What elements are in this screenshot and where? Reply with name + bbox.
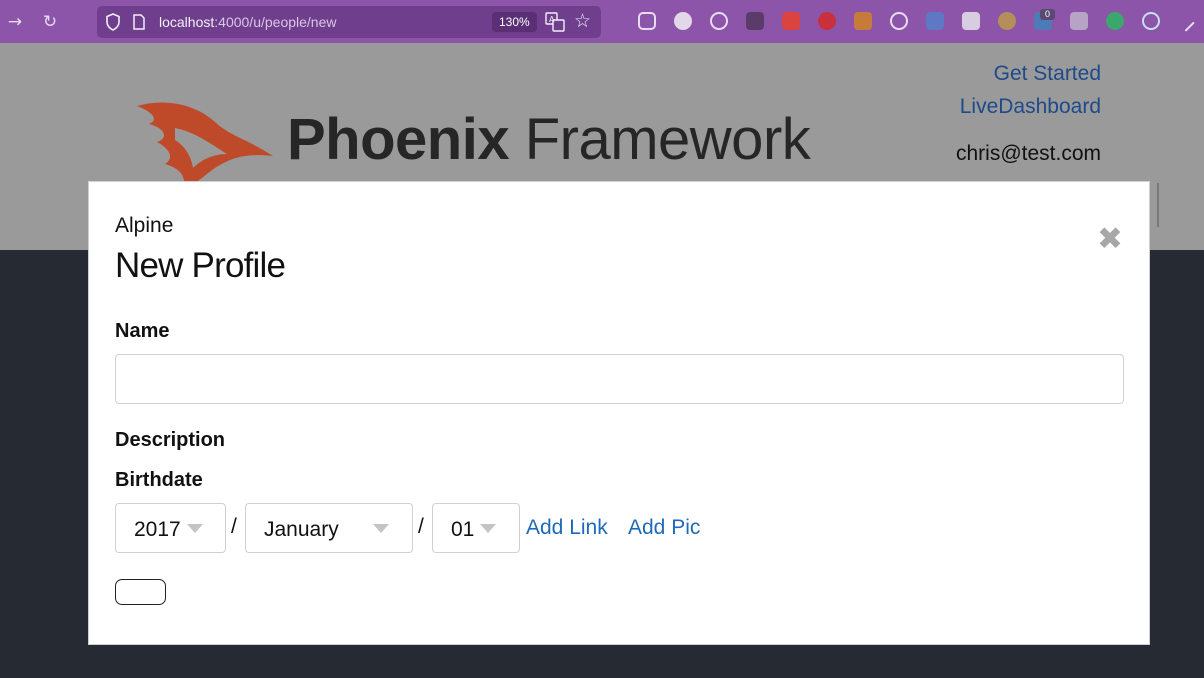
- star-icon[interactable]: ☆: [574, 10, 591, 32]
- logo-wordmark: Phoenix Framework: [287, 106, 811, 173]
- chevron-down-icon: [187, 524, 203, 533]
- extension-m-icon[interactable]: [746, 12, 764, 30]
- nav-live-dashboard[interactable]: LiveDashboard: [960, 95, 1101, 119]
- extension-tool-icon[interactable]: [854, 12, 872, 30]
- grammarly-icon[interactable]: [1106, 12, 1124, 30]
- description-label: Description: [115, 429, 226, 451]
- extension-search-icon[interactable]: [710, 12, 728, 30]
- shield-icon[interactable]: [105, 13, 121, 31]
- zoom-indicator[interactable]: 130%: [492, 12, 537, 32]
- phoenix-logo-icon: [137, 102, 273, 188]
- modal-title: New Profile: [115, 246, 286, 285]
- modal-subtitle: Alpine: [115, 214, 174, 237]
- nav-get-started[interactable]: Get Started: [994, 62, 1101, 86]
- new-profile-modal: ✖ Alpine New Profile Name Description Bi…: [88, 181, 1150, 645]
- address-bar[interactable]: localhost:4000/u/people/new 130% A ☆: [97, 6, 601, 38]
- extension-heart-icon[interactable]: [818, 12, 836, 30]
- add-link-link[interactable]: Add Link: [526, 516, 608, 540]
- extension-translate-icon[interactable]: [782, 12, 800, 30]
- birth-year-select[interactable]: 2017: [115, 503, 226, 553]
- extension-a-icon[interactable]: [926, 12, 944, 30]
- pocket-icon[interactable]: [638, 12, 656, 30]
- close-x-icon[interactable]: ✖: [1095, 224, 1125, 255]
- reload-icon[interactable]: ↻: [39, 11, 61, 33]
- name-input[interactable]: [115, 354, 1124, 404]
- birth-day-value: 01: [451, 518, 475, 541]
- forward-arrow-icon[interactable]: →: [4, 11, 26, 33]
- birth-month-value: January: [264, 518, 339, 541]
- browser-toolbar: → ↻ localhost:4000/u/people/new 130% A ☆…: [0, 0, 1204, 43]
- extension-c-icon[interactable]: [674, 12, 692, 30]
- url-path: :4000/u/people/new: [214, 14, 337, 30]
- logo-word-regular: Framework: [509, 107, 811, 172]
- birth-year-value: 2017: [134, 518, 181, 541]
- pen-icon[interactable]: [1173, 10, 1195, 32]
- nav-user-email: chris@test.com: [955, 142, 1101, 165]
- url-host: localhost: [159, 14, 215, 30]
- birthdate-label: Birthdate: [115, 469, 203, 491]
- header-divider: [1157, 183, 1159, 227]
- power-icon[interactable]: [890, 12, 908, 30]
- submit-button[interactable]: [115, 579, 166, 605]
- birth-day-select[interactable]: 01: [432, 503, 520, 553]
- birth-month-select[interactable]: January: [245, 503, 413, 553]
- url-text[interactable]: localhost:4000/u/people/new: [159, 14, 336, 30]
- chevron-down-icon: [373, 524, 389, 533]
- date-separator: /: [418, 515, 424, 538]
- page-icon: [133, 14, 145, 30]
- translate-icon[interactable]: A: [545, 12, 565, 32]
- extension-grid-icon[interactable]: [1070, 12, 1088, 30]
- react-devtools-icon[interactable]: [1142, 12, 1160, 30]
- add-pic-link[interactable]: Add Pic: [628, 516, 700, 540]
- extension-s-icon[interactable]: [962, 12, 980, 30]
- name-label: Name: [115, 320, 170, 342]
- date-separator: /: [231, 515, 237, 538]
- extension-badge-count: 0: [1040, 9, 1055, 20]
- svg-text:A: A: [549, 15, 555, 24]
- logo-word-bold: Phoenix: [287, 107, 510, 172]
- extension-face-icon[interactable]: [998, 12, 1016, 30]
- chevron-down-icon: [480, 524, 496, 533]
